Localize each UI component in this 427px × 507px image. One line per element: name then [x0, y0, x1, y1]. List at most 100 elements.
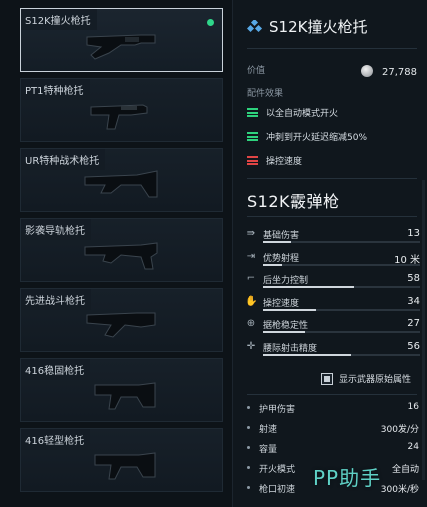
attribute-value: 300米/秒: [380, 485, 419, 495]
stat-bar-fill: [263, 286, 355, 288]
show-original-toggle[interactable]: 显示武器原始属性: [321, 372, 411, 385]
attachment-title: S12K撞火枪托: [269, 18, 368, 36]
range-icon: ⇥: [246, 250, 256, 262]
stability-icon: ⊕: [246, 318, 256, 329]
attribute-name: 射速: [259, 425, 278, 435]
attribute-name: 开火模式: [259, 465, 296, 475]
stat-row: ✋ 操控速度 34: [245, 296, 420, 318]
stat-row: ⌐ 后坐力控制 58: [245, 273, 420, 295]
attachment-list: S12K撞火枪托 PT1特种枪托 UR特种战术枪托 影袭导轨枪托 先进战斗枪托 …: [0, 0, 232, 507]
stock-image: [84, 242, 158, 270]
bullet: [247, 446, 250, 449]
recoil-icon: ⌐: [246, 273, 256, 284]
list-item[interactable]: 416稳固枪托: [20, 358, 223, 422]
bullet: [247, 486, 250, 489]
stat-row: ⇥ 优势射程 10 米: [245, 251, 420, 273]
stat-bar: [263, 263, 420, 266]
list-item[interactable]: UR特种战术枪托: [20, 148, 223, 212]
effect-text: 冲刺到开火延迟缩减50%: [266, 133, 368, 143]
handling-icon: ✋: [245, 295, 258, 307]
list-item[interactable]: S12K撞火枪托: [20, 8, 223, 72]
stat-bar: [263, 286, 420, 288]
divider: [247, 216, 417, 217]
attribute-value: 16: [407, 402, 419, 412]
stat-value: 13: [407, 228, 420, 239]
attribute-value: 300发/分: [380, 425, 419, 435]
stat-bar-fill: [263, 263, 282, 266]
stat-name: 后坐力控制: [263, 276, 309, 286]
divider: [247, 178, 417, 179]
detail-header: S12K撞火枪托: [247, 16, 367, 37]
stat-row: ⊕ 据枪稳定性 27: [245, 318, 420, 340]
stat-bar-fill: [263, 331, 306, 333]
hipfire-icon: ✛: [246, 340, 256, 352]
stat-name: 操控速度: [263, 298, 300, 309]
bullet: [247, 406, 250, 409]
stat-bar: [263, 308, 420, 311]
value-row: 价值 27,788: [247, 60, 417, 79]
attribute-name: 枪口初速: [259, 485, 296, 495]
stat-value: 56: [407, 340, 420, 352]
stat-row: ✛ 腰际射击精度 56: [245, 341, 420, 363]
effect-item: 操控速度: [247, 154, 302, 167]
stock-image: [90, 104, 148, 130]
effect-text: 操控速度: [266, 157, 303, 167]
effect-text: 以全自动模式开火: [266, 109, 339, 119]
stat-value: 58: [407, 273, 420, 284]
effects-label: 配件效果: [247, 89, 284, 99]
attribute-value: 全自动: [391, 465, 419, 475]
effect-item: 以全自动模式开火: [247, 106, 338, 119]
stock-image: [86, 312, 156, 338]
stat-bar-fill: [263, 353, 351, 356]
watermark: PP助手: [313, 466, 382, 490]
stock-image: [84, 170, 158, 198]
checkbox[interactable]: [321, 372, 333, 385]
list-item-label: 416稳固枪托: [21, 359, 91, 380]
divider: [247, 48, 417, 49]
attribute-row: 容量 24: [247, 442, 419, 458]
stat-bar-fill: [263, 308, 317, 311]
attribute-value: 24: [407, 442, 419, 452]
stat-name: 优势射程: [263, 253, 300, 264]
stat-bar-fill: [263, 241, 292, 243]
stat-bar: [263, 353, 420, 356]
damage-icon: ⇛: [246, 228, 256, 239]
value-amount: 27,788: [382, 67, 417, 78]
effect-item: 冲刺到开火延迟缩减50%: [247, 130, 367, 143]
scrollbar[interactable]: [422, 180, 425, 480]
stock-image: [94, 382, 156, 410]
show-original-label: 显示武器原始属性: [339, 375, 412, 385]
stat-value: 27: [407, 318, 420, 329]
stock-image: [94, 452, 156, 480]
stat-bar: [263, 241, 420, 243]
weapon-name: S12K霰弹枪: [247, 192, 340, 211]
stat-row: ⇛ 基础伤害 13: [245, 228, 420, 250]
attribute-name: 护甲伤害: [259, 405, 296, 415]
list-item[interactable]: 先进战斗枪托: [20, 288, 223, 352]
attribute-row: 射速 300发/分: [247, 422, 419, 438]
detail-panel: S12K撞火枪托 价值 27,788 配件效果 以全自动模式开火 冲刺到开火延迟…: [232, 0, 427, 507]
divider: [247, 394, 417, 395]
bullet: [247, 426, 250, 429]
coin-icon: [360, 64, 373, 77]
positive-effect-icon: [247, 108, 258, 117]
stat-name: 基础伤害: [263, 231, 300, 241]
list-item-label: PT1特种枪托: [21, 79, 90, 100]
list-item[interactable]: 影袭导轨枪托: [20, 218, 223, 282]
negative-effect-icon: [247, 156, 258, 165]
stat-name: 据枪稳定性: [263, 321, 309, 331]
attribute-row: 护甲伤害 16: [247, 402, 419, 418]
list-item-label: 416轻型枪托: [21, 429, 91, 450]
attribute-name: 容量: [259, 445, 278, 455]
stat-name: 腰际射击精度: [263, 343, 318, 354]
value-display: 27,788: [360, 60, 417, 79]
bullet: [247, 466, 250, 469]
equipped-indicator: [207, 19, 214, 26]
stat-bar: [263, 331, 420, 333]
positive-effect-icon: [247, 132, 258, 141]
stat-value: 34: [407, 295, 420, 307]
attachment-category-icon: [247, 19, 263, 32]
value-label: 价值: [247, 66, 266, 76]
list-item[interactable]: 416轻型枪托: [20, 428, 223, 492]
list-item[interactable]: PT1特种枪托: [20, 78, 223, 142]
